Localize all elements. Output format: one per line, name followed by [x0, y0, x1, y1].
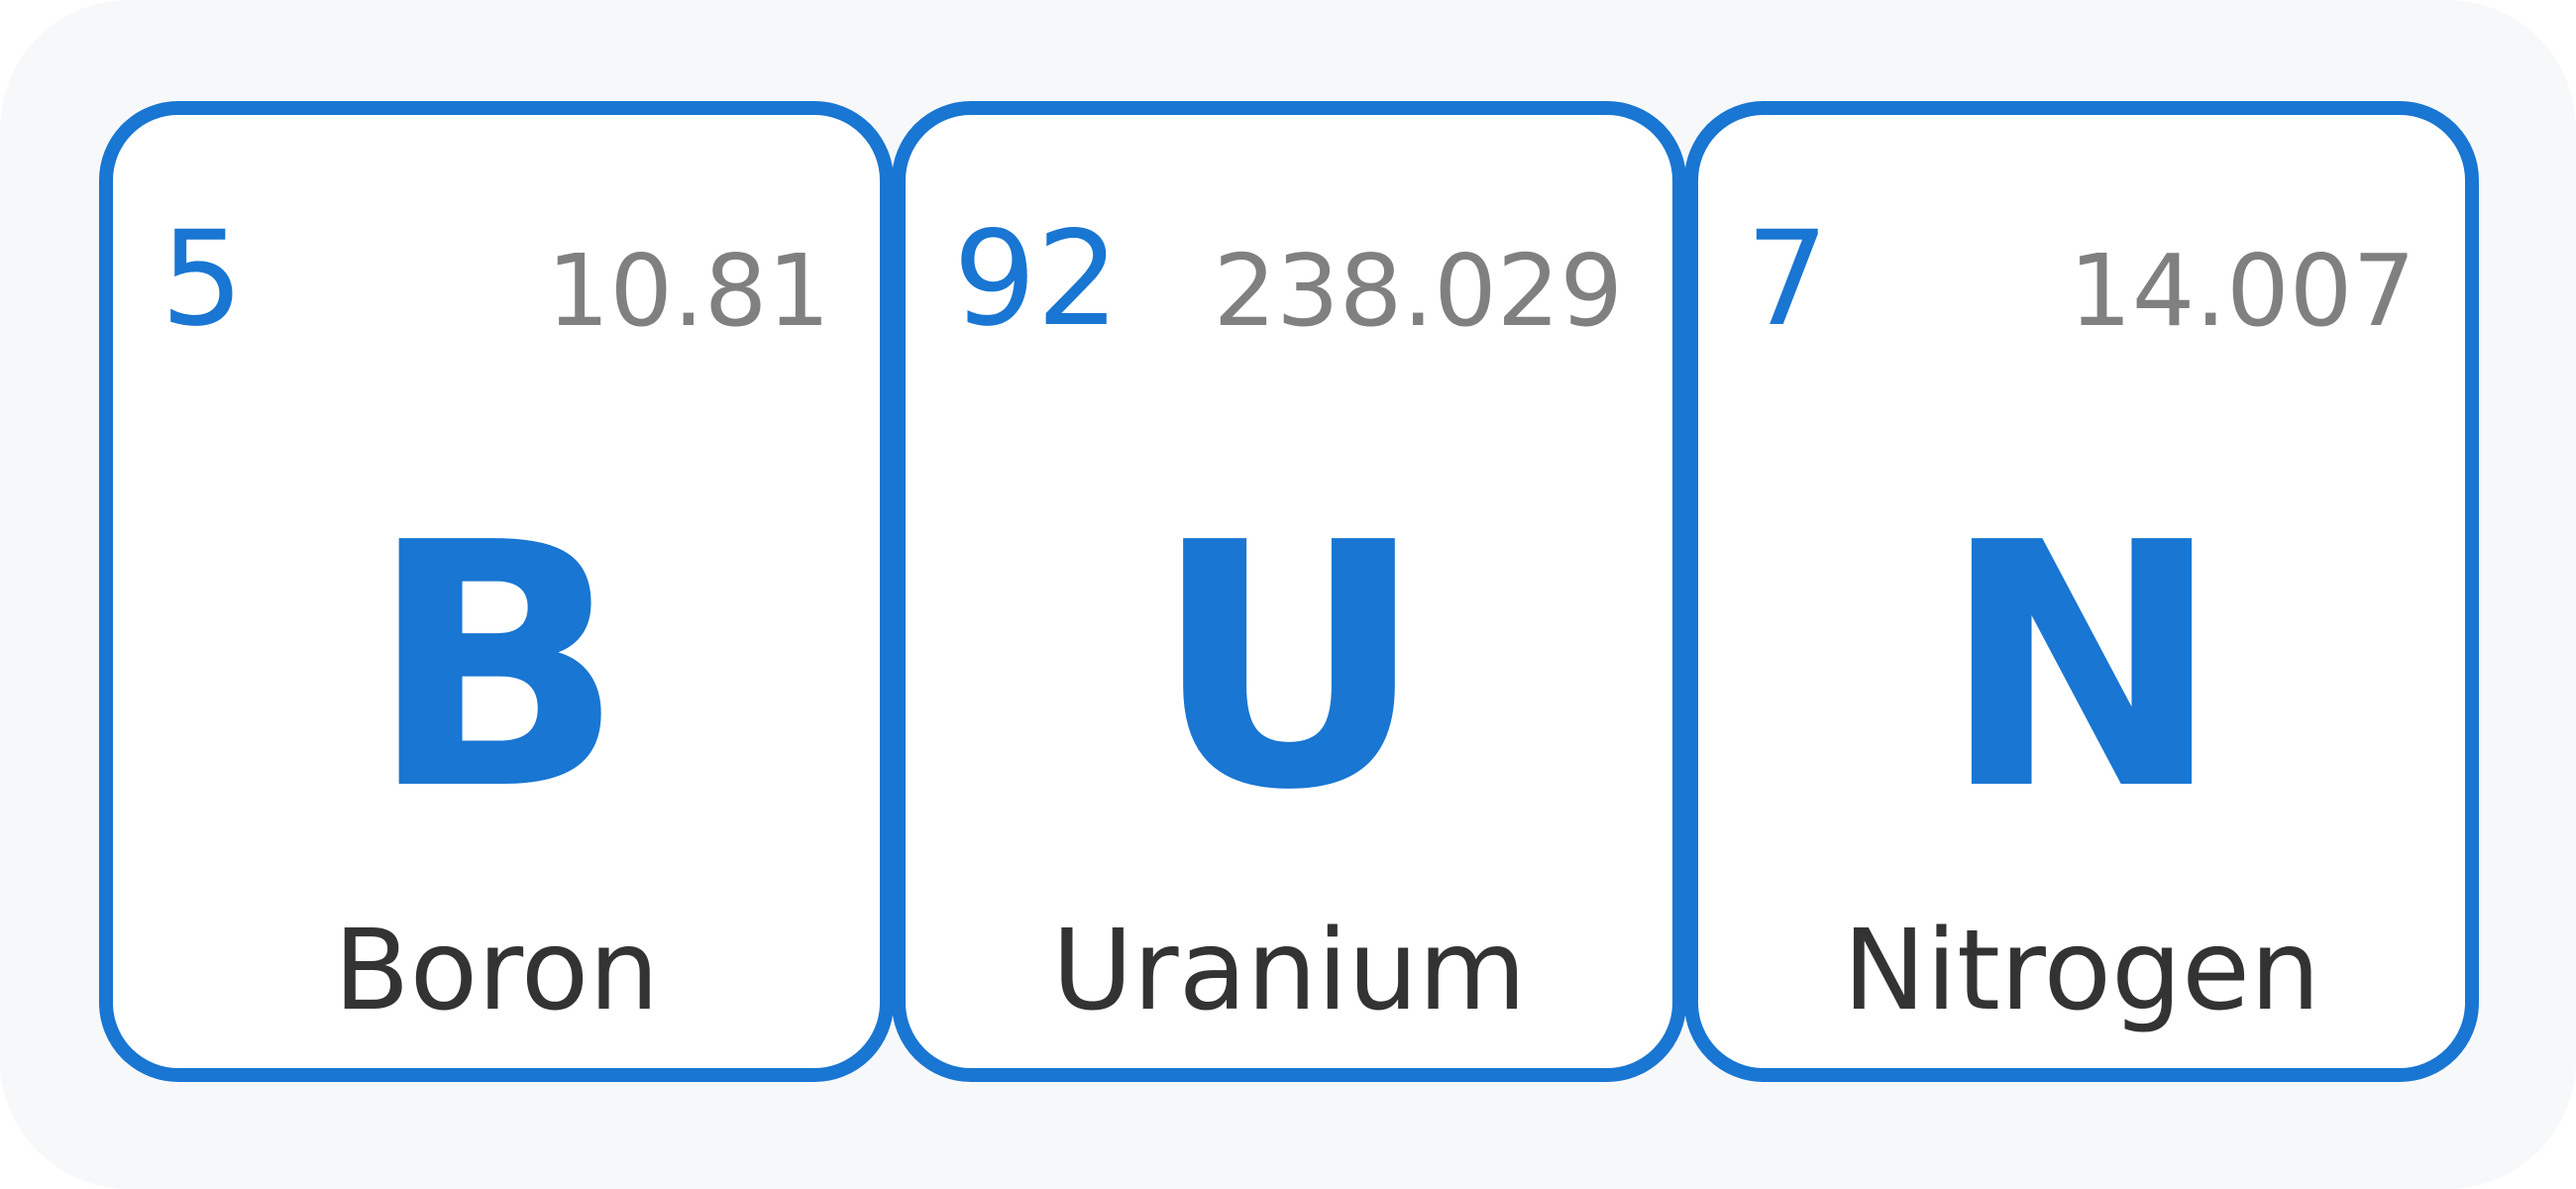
- element-tile-uranium: 92 238.029 U Uranium: [892, 101, 1686, 1082]
- element-name: Boron: [333, 907, 660, 1035]
- atomic-mass: 10.81: [546, 233, 830, 349]
- atomic-number: 92: [953, 203, 1120, 356]
- element-symbol: B: [368, 472, 625, 864]
- element-tiles-panel: 5 10.81 B Boron 92 238.029 U Uranium 7 1…: [0, 0, 2576, 1189]
- atomic-mass: 14.007: [2069, 233, 2415, 349]
- atomic-number: 7: [1746, 203, 1829, 356]
- element-name: Uranium: [1051, 907, 1527, 1035]
- atomic-mass: 238.029: [1213, 233, 1623, 349]
- element-name: Nitrogen: [1843, 907, 2320, 1035]
- atomic-number: 5: [161, 203, 244, 356]
- element-symbol: U: [1151, 472, 1427, 864]
- element-tile-nitrogen: 7 14.007 N Nitrogen: [1684, 101, 2479, 1082]
- element-symbol: N: [1940, 472, 2223, 864]
- element-tile-boron: 5 10.81 B Boron: [99, 101, 894, 1082]
